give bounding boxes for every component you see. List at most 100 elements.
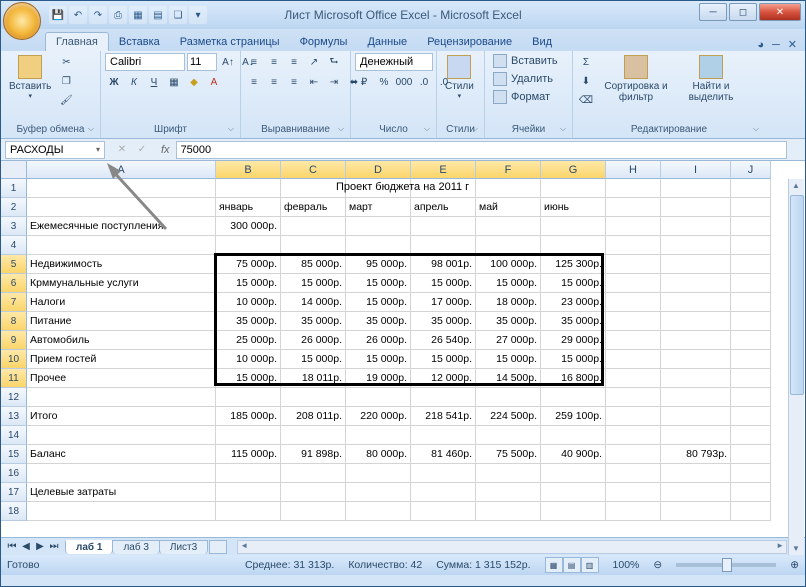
row-header[interactable]: 15 bbox=[1, 445, 27, 464]
wrap-text-icon[interactable]: ⮑ bbox=[325, 53, 343, 71]
cell[interactable] bbox=[661, 407, 731, 426]
row-header[interactable]: 18 bbox=[1, 502, 27, 521]
cell[interactable] bbox=[661, 350, 731, 369]
font-size-input[interactable] bbox=[187, 53, 217, 71]
qat-save-icon[interactable]: 💾 bbox=[49, 6, 67, 24]
cell[interactable] bbox=[216, 179, 281, 198]
cell[interactable] bbox=[476, 426, 541, 445]
cell[interactable]: 23 000р. bbox=[541, 293, 606, 312]
cell[interactable] bbox=[281, 217, 346, 236]
qat-item[interactable]: ▤ bbox=[149, 6, 167, 24]
cell[interactable]: 19 000р. bbox=[346, 369, 411, 388]
cell[interactable] bbox=[411, 236, 476, 255]
name-box[interactable]: РАСХОДЫ bbox=[5, 141, 105, 159]
cell[interactable]: 15 000р. bbox=[346, 293, 411, 312]
cell[interactable]: 26 000р. bbox=[281, 331, 346, 350]
italic-button[interactable]: К bbox=[125, 73, 143, 91]
tab-insert[interactable]: Вставка bbox=[109, 33, 170, 51]
cell[interactable] bbox=[731, 502, 771, 521]
cell[interactable]: 95 000р. bbox=[346, 255, 411, 274]
grow-font-icon[interactable]: A↑ bbox=[219, 53, 237, 71]
qat-undo-icon[interactable]: ↶ bbox=[69, 6, 87, 24]
zoom-level[interactable]: 100% bbox=[613, 559, 640, 571]
sheet-nav-next-icon[interactable]: ▶ bbox=[33, 540, 47, 554]
sheet-nav-prev-icon[interactable]: ◀ bbox=[19, 540, 33, 554]
cell[interactable] bbox=[731, 255, 771, 274]
cell[interactable]: 208 011р. bbox=[281, 407, 346, 426]
zoom-in-icon[interactable]: ⊕ bbox=[790, 559, 799, 571]
column-header[interactable]: A bbox=[27, 161, 216, 179]
cell[interactable]: 26 540р. bbox=[411, 331, 476, 350]
cell[interactable]: 15 000р. bbox=[346, 350, 411, 369]
cell[interactable]: июнь bbox=[541, 198, 606, 217]
font-name-input[interactable] bbox=[105, 53, 185, 71]
column-header[interactable]: C bbox=[281, 161, 346, 179]
cell[interactable]: Баланс bbox=[27, 445, 216, 464]
cell[interactable] bbox=[731, 407, 771, 426]
select-all-corner[interactable] bbox=[1, 161, 27, 179]
cell[interactable]: 125 300р. bbox=[541, 255, 606, 274]
help-icon[interactable]: ◕ bbox=[757, 39, 764, 51]
cell[interactable]: 15 000р. bbox=[216, 369, 281, 388]
cell[interactable]: 15 000р. bbox=[541, 274, 606, 293]
cell[interactable] bbox=[346, 426, 411, 445]
cell[interactable] bbox=[411, 464, 476, 483]
view-normal-icon[interactable]: ▦ bbox=[545, 557, 563, 573]
cell[interactable]: 35 000р. bbox=[411, 312, 476, 331]
fill-icon[interactable]: ⬇ bbox=[577, 72, 595, 90]
currency-icon[interactable]: ₽ bbox=[355, 73, 373, 91]
indent-dec-icon[interactable]: ⇤ bbox=[305, 73, 323, 91]
cell[interactable] bbox=[216, 464, 281, 483]
cell[interactable] bbox=[411, 388, 476, 407]
zoom-slider[interactable] bbox=[676, 563, 776, 567]
cell[interactable]: 14 000р. bbox=[281, 293, 346, 312]
cell[interactable] bbox=[27, 426, 216, 445]
cell[interactable] bbox=[606, 236, 661, 255]
cell[interactable]: 18 011р. bbox=[281, 369, 346, 388]
cell[interactable] bbox=[661, 255, 731, 274]
row-header[interactable]: 5 bbox=[1, 255, 27, 274]
cell[interactable] bbox=[731, 445, 771, 464]
cell[interactable]: 15 000р. bbox=[281, 274, 346, 293]
column-header[interactable]: B bbox=[216, 161, 281, 179]
row-header[interactable]: 9 bbox=[1, 331, 27, 350]
cell[interactable]: 98 001р. bbox=[411, 255, 476, 274]
qat-redo-icon[interactable]: ↷ bbox=[89, 6, 107, 24]
qat-more-icon[interactable]: ▾ bbox=[189, 6, 207, 24]
cell[interactable] bbox=[541, 483, 606, 502]
cut-icon[interactable]: ✂ bbox=[57, 53, 75, 71]
cell[interactable] bbox=[606, 388, 661, 407]
cell[interactable] bbox=[216, 483, 281, 502]
cell[interactable]: Целевые затраты bbox=[27, 483, 216, 502]
cell[interactable] bbox=[476, 502, 541, 521]
cell[interactable] bbox=[27, 179, 216, 198]
cell[interactable] bbox=[346, 388, 411, 407]
tab-page-layout[interactable]: Разметка страницы bbox=[170, 33, 290, 51]
cell[interactable] bbox=[661, 369, 731, 388]
cell[interactable] bbox=[281, 464, 346, 483]
cell[interactable] bbox=[476, 464, 541, 483]
cell[interactable] bbox=[661, 236, 731, 255]
cell[interactable] bbox=[27, 464, 216, 483]
enter-formula-icon[interactable]: ✓ bbox=[133, 141, 151, 159]
cell[interactable]: Прием гостей bbox=[27, 350, 216, 369]
row-header[interactable]: 16 bbox=[1, 464, 27, 483]
column-header[interactable]: I bbox=[661, 161, 731, 179]
cell[interactable] bbox=[411, 217, 476, 236]
cell[interactable]: Налоги bbox=[27, 293, 216, 312]
cell[interactable] bbox=[661, 198, 731, 217]
cell[interactable]: 75 000р. bbox=[216, 255, 281, 274]
tab-data[interactable]: Данные bbox=[357, 33, 417, 51]
cell[interactable] bbox=[606, 350, 661, 369]
bold-button[interactable]: Ж bbox=[105, 73, 123, 91]
cell[interactable]: 115 000р. bbox=[216, 445, 281, 464]
autosum-icon[interactable]: Σ bbox=[577, 53, 595, 71]
cell[interactable] bbox=[731, 217, 771, 236]
cell[interactable] bbox=[346, 236, 411, 255]
align-middle-icon[interactable]: ≡ bbox=[265, 53, 283, 71]
tab-home[interactable]: Главная bbox=[45, 32, 109, 51]
cell[interactable]: 35 000р. bbox=[476, 312, 541, 331]
underline-button[interactable]: Ч bbox=[145, 73, 163, 91]
cell[interactable]: 26 000р. bbox=[346, 331, 411, 350]
cell[interactable]: Питание bbox=[27, 312, 216, 331]
